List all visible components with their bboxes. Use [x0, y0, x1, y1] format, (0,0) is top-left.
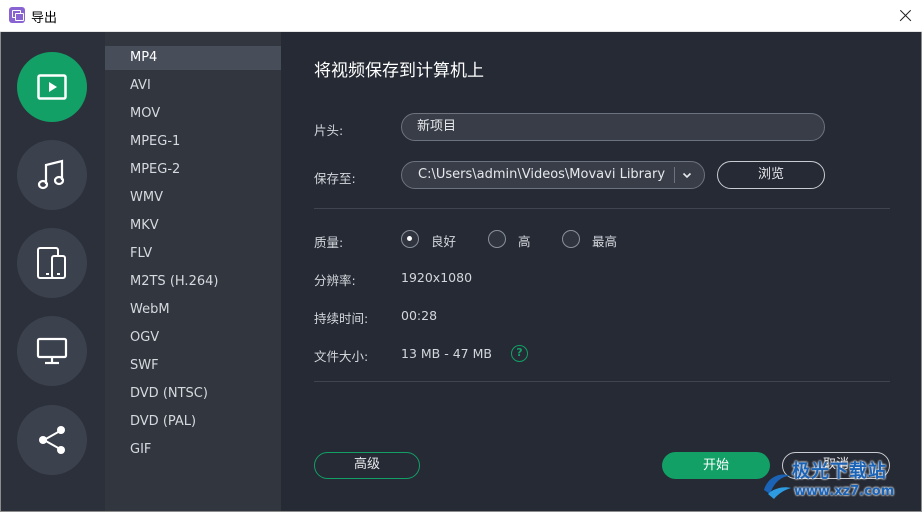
- resolution-value: 1920x1080: [401, 270, 473, 285]
- quality-high-radio[interactable]: [488, 230, 506, 248]
- export-dialog: MP4 AVI MOV MPEG-1 MPEG-2 WMV MKV FLV M2…: [0, 32, 922, 512]
- chevron-down-icon: [682, 172, 692, 179]
- duration-label: 持续时间:: [314, 311, 369, 326]
- browse-button[interactable]: 浏览: [717, 161, 825, 189]
- format-item-mpeg2[interactable]: MPEG-2: [105, 158, 281, 182]
- divider: [314, 381, 890, 382]
- watermark-url: www.xz7.com: [794, 484, 895, 499]
- format-list: MP4 AVI MOV MPEG-1 MPEG-2 WMV MKV FLV M2…: [105, 32, 281, 511]
- divider: [314, 208, 890, 209]
- file-size-value: 13 MB - 47 MB: [401, 346, 492, 361]
- advanced-button[interactable]: 高级: [314, 452, 420, 479]
- window-title: 导出: [31, 11, 58, 26]
- file-size-label: 文件大小:: [314, 349, 369, 364]
- export-settings-panel: 将视频保存到计算机上 片头: 新项目 保存至: C:\Users\admin\V…: [281, 32, 921, 511]
- format-item-flv[interactable]: FLV: [105, 242, 281, 266]
- title-bar: 导出: [0, 0, 922, 32]
- category-share-button[interactable]: [17, 405, 87, 475]
- help-icon[interactable]: ?: [511, 345, 528, 362]
- save-path-text: C:\Users\admin\Videos\Movavi Library: [418, 167, 666, 182]
- duration-value: 00:28: [401, 308, 438, 323]
- quality-highest-radio[interactable]: [562, 230, 580, 248]
- title-label: 片头:: [314, 123, 344, 138]
- format-item-dvd-pal[interactable]: DVD (PAL): [105, 410, 281, 434]
- format-item-webm[interactable]: WebM: [105, 298, 281, 322]
- watermark: 极光下载站 www.xz7.com: [760, 456, 920, 510]
- category-video-button[interactable]: [17, 52, 87, 122]
- watermark-text: 极光下载站: [792, 461, 887, 482]
- quality-label: 质量:: [314, 235, 344, 250]
- format-item-mov[interactable]: MOV: [105, 102, 281, 126]
- format-item-gif[interactable]: GIF: [105, 438, 281, 462]
- title-input[interactable]: 新项目: [401, 113, 825, 141]
- category-tv-button[interactable]: [17, 316, 87, 386]
- category-devices-button[interactable]: [17, 228, 87, 298]
- quality-good-label: 良好: [431, 234, 457, 249]
- devices-icon: [37, 247, 66, 279]
- app-icon: [9, 7, 25, 23]
- format-item-m2ts[interactable]: M2TS (H.264): [105, 270, 281, 294]
- start-button[interactable]: 开始: [662, 452, 770, 479]
- share-icon: [39, 426, 65, 454]
- quality-highest-label: 最高: [592, 234, 618, 249]
- save-to-label: 保存至:: [314, 171, 356, 186]
- dropdown-separator: [674, 167, 675, 183]
- format-item-mp4[interactable]: MP4: [105, 46, 281, 70]
- play-icon: [37, 74, 67, 100]
- save-path-dropdown[interactable]: C:\Users\admin\Videos\Movavi Library: [401, 161, 705, 189]
- category-audio-button[interactable]: [17, 140, 87, 210]
- format-item-mkv[interactable]: MKV: [105, 214, 281, 238]
- close-button[interactable]: [890, 0, 922, 32]
- quality-high-label: 高: [518, 234, 531, 249]
- resolution-label: 分辨率:: [314, 273, 356, 288]
- format-item-wmv[interactable]: WMV: [105, 186, 281, 210]
- format-item-avi[interactable]: AVI: [105, 74, 281, 98]
- format-item-mpeg1[interactable]: MPEG-1: [105, 130, 281, 154]
- format-item-swf[interactable]: SWF: [105, 354, 281, 378]
- category-sidebar: [1, 32, 105, 511]
- format-item-ogv[interactable]: OGV: [105, 326, 281, 350]
- quality-good-radio[interactable]: [401, 230, 419, 248]
- monitor-icon: [36, 337, 68, 365]
- music-note-icon: [37, 159, 65, 190]
- format-item-dvd-ntsc[interactable]: DVD (NTSC): [105, 382, 281, 406]
- page-title: 将视频保存到计算机上: [314, 61, 484, 81]
- watermark-logo-icon: [764, 474, 791, 499]
